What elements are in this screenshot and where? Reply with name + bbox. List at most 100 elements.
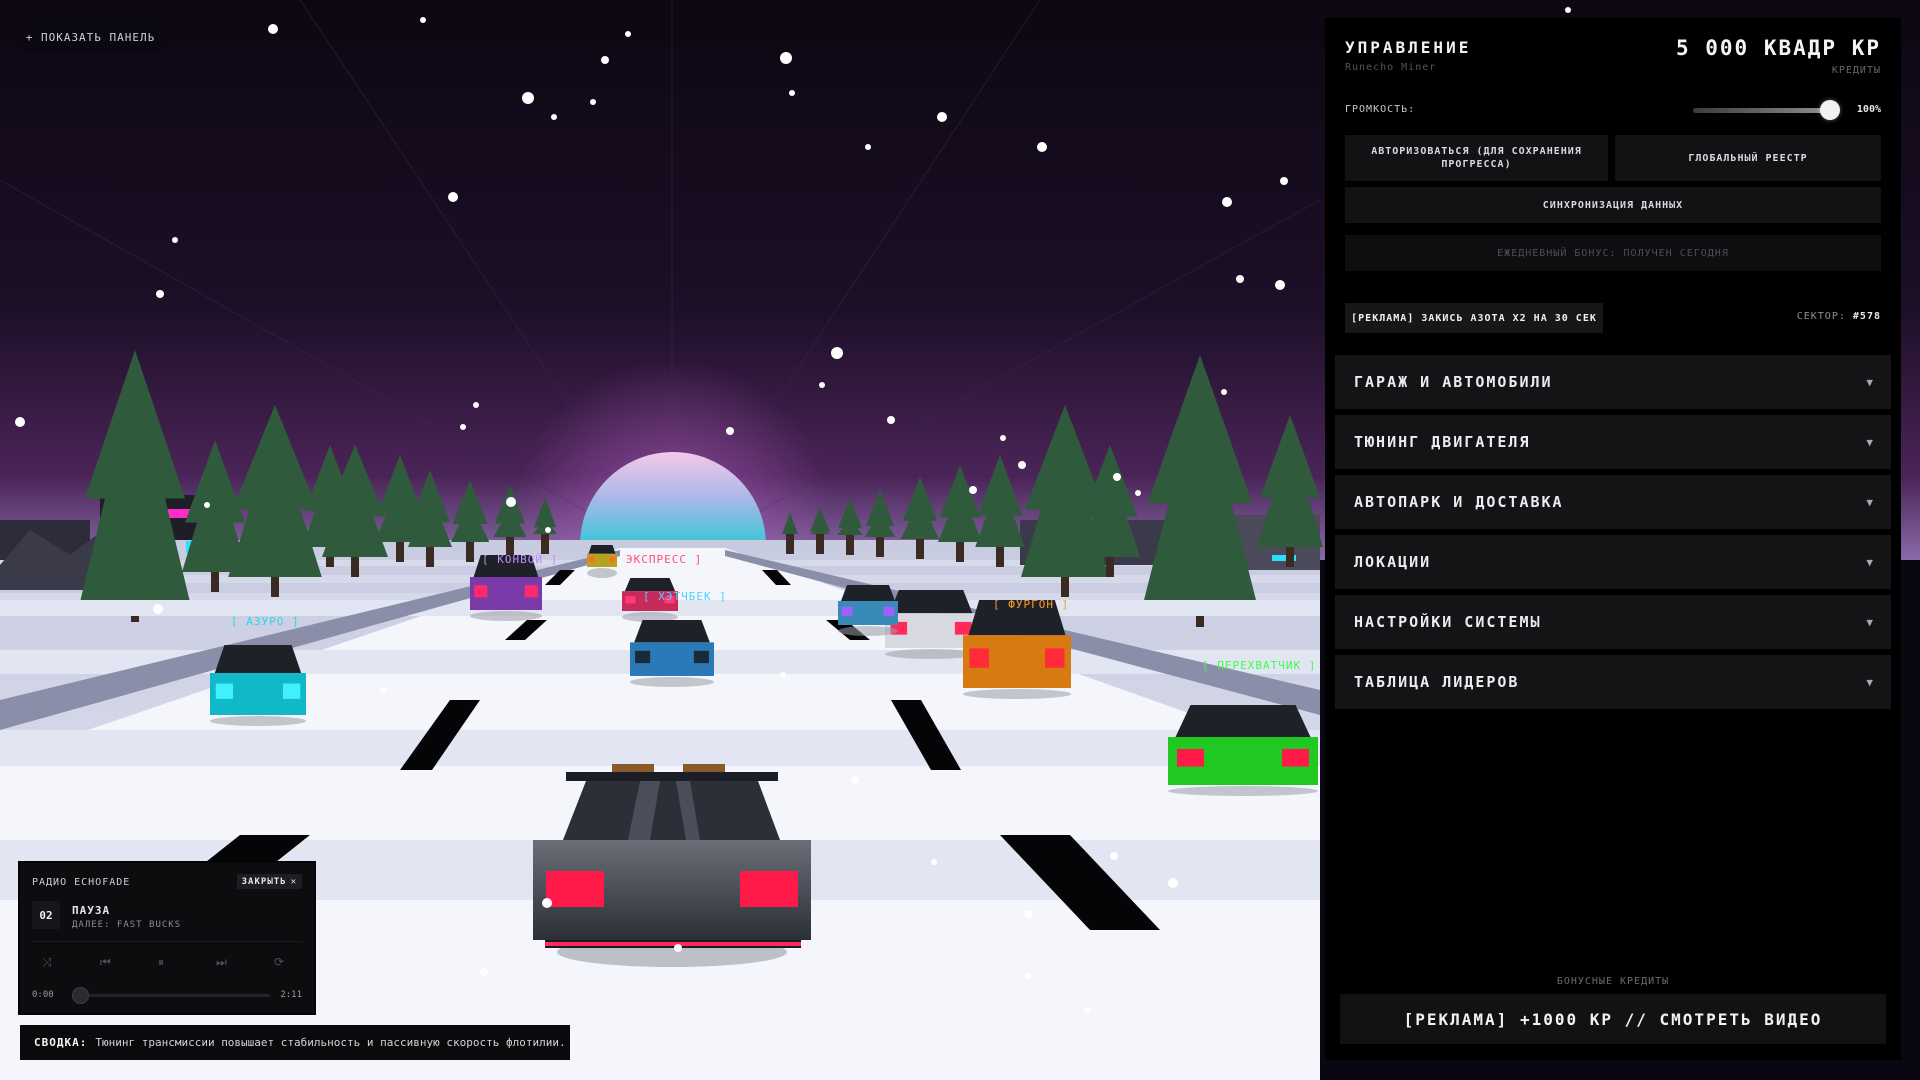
snowflake [1565,7,1571,13]
car-shadow [587,568,617,578]
ad-nitro-button[interactable]: [РЕКЛАМА] ЗАКИСЬ АЗОТА X2 НА 30 СЕК [1345,303,1603,333]
snowflake [380,687,386,693]
section-fleet[interactable]: АВТОПАРК И ДОСТАВКА ▼ [1335,475,1891,529]
car-light [215,683,234,699]
tree-trunk [1061,575,1069,597]
car-roof [1175,705,1311,737]
volume-slider-thumb[interactable] [1820,100,1840,120]
car-shadow [838,626,898,636]
snowflake [268,24,278,34]
snowflake [522,92,534,104]
section-label: ЛОКАЦИИ [1354,553,1432,571]
car-roof [889,590,973,614]
snowflake [674,944,682,952]
radio-seek-track[interactable] [80,994,270,997]
snowflake [420,17,426,23]
car-roof [634,620,710,643]
section-garage[interactable]: ГАРАЖ И АВТОМОБИЛИ ▼ [1335,355,1891,409]
login-button[interactable]: АВТОРИЗОВАТЬСЯ (ДЛЯ СОХРАНЕНИЯ ПРОГРЕССА… [1345,135,1608,181]
tree-trunk [816,532,824,554]
credits-label: КРЕДИТЫ [1831,65,1881,76]
sector-label: СЕКТОР: [1796,311,1846,322]
car-name-tag: [ ФУРГОН ] [993,598,1070,611]
section-engine-tuning[interactable]: ТЮНИНГ ДВИГАТЕЛЯ ▼ [1335,415,1891,469]
snowflake [831,347,843,359]
watch-video-button[interactable]: [РЕКЛАМА] +1000 КР // СМОТРЕТЬ ВИДЕО [1340,994,1886,1044]
radio-next-track: ДАЛЕЕ: FAST BUCKS [72,920,182,930]
snowflake [1221,389,1227,395]
traffic-car [1168,705,1318,796]
snowflake [887,416,895,424]
snowflake [1222,197,1232,207]
radio-status: ПАУЗА [72,904,111,917]
chevron-down-icon: ▼ [1866,675,1873,689]
snowflake [1113,473,1121,481]
bonus-credits-label: БОНУСНЫЕ КРЕДИТЫ [1556,976,1670,987]
radio-close-label: ЗАКРЫТЬ [241,876,287,887]
global-registry-button[interactable]: ГЛОБАЛЬНЫЙ РЕЕСТР [1615,135,1881,181]
car-name-tag: [ АЗУРО ] [231,615,300,628]
radio-close-button[interactable]: ЗАКРЫТЬ ✕ [236,874,302,889]
snowflake [156,290,164,298]
car-roof [588,545,616,554]
show-panel-button[interactable]: + ПОКАЗАТЬ ПАНЕЛЬ [18,22,163,52]
section-label: ТЮНИНГ ДВИГАТЕЛЯ [1354,433,1531,451]
tree-trunk [876,535,884,557]
summary-text: Тюнинг трансмиссии повышает стабильность… [95,1036,566,1049]
tree-trunk [996,545,1004,567]
car-light [841,607,853,616]
radio-time-current: 0:00 [32,990,54,1000]
snowflake [1280,177,1288,185]
snowflake [551,114,557,120]
section-system-settings[interactable]: НАСТРОЙКИ СИСТЕМЫ ▼ [1335,595,1891,649]
radio-divider [32,941,302,942]
volume-slider-track[interactable] [1693,108,1831,113]
chevron-down-icon: ▼ [1866,555,1873,569]
summary-label: СВОДКА: [34,1036,88,1049]
car-light [474,585,488,598]
chevron-down-icon: ▼ [1866,435,1873,449]
snowflake [865,144,871,150]
sync-data-button[interactable]: СИНХРОНИЗАЦИЯ ДАННЫХ [1345,187,1881,223]
snowflake [625,31,631,37]
snowflake [1168,878,1178,888]
section-locations[interactable]: ЛОКАЦИИ ▼ [1335,535,1891,589]
car-shadow [630,677,714,687]
snowflake [542,898,552,908]
tree-trunk [541,532,549,554]
next-icon[interactable]: ⏭ [216,955,227,970]
snowflake [601,56,609,64]
section-leaderboard[interactable]: ТАБЛИЦА ЛИДЕРОВ ▼ [1335,655,1891,709]
car-shadow [1168,786,1318,796]
snowflake [506,497,516,507]
snowflake [448,192,458,202]
tree-trunk [1106,555,1114,577]
snowflake [969,486,977,494]
track-number: 02 [32,901,60,929]
car-light [1282,749,1309,767]
car-name-tag: [ ПЕРЕХВАТЧИК ] [1202,659,1317,672]
car-shadow [963,689,1071,699]
repeat-icon[interactable]: ⟳ [274,955,284,969]
radio-seek-thumb[interactable] [72,987,89,1004]
car-shadow [210,716,306,726]
radio-widget: РАДИО ECHOFADE ЗАКРЫТЬ ✕ 02 ПАУЗА ДАЛЕЕ:… [20,863,314,1013]
traffic-car [587,545,617,578]
snowflake [937,112,947,122]
previous-icon[interactable]: ⏮ [100,955,111,970]
sector-indicator: СЕКТОР: #578 [1797,311,1881,322]
panel-title: УПРАВЛЕНИЕ [1345,38,1472,57]
snowflake [15,417,25,427]
daily-bonus-button[interactable]: ЕЖЕДНЕВНЫЙ БОНУС: ПОЛУЧЕН СЕГОДНЯ [1345,235,1881,271]
car-light [588,557,595,562]
snowflake [1025,973,1031,979]
panel-subtitle: Runecho Miner [1345,62,1437,73]
play-pause-icon[interactable]: ⏸ [158,955,164,970]
snowflake [1236,275,1244,283]
snowflake [1110,852,1118,860]
snowflake [780,52,792,64]
chevron-down-icon: ▼ [1866,615,1873,629]
shuffle-icon[interactable]: ⤨ [42,955,52,970]
car-light [1045,648,1065,668]
car-shadow [470,611,542,621]
